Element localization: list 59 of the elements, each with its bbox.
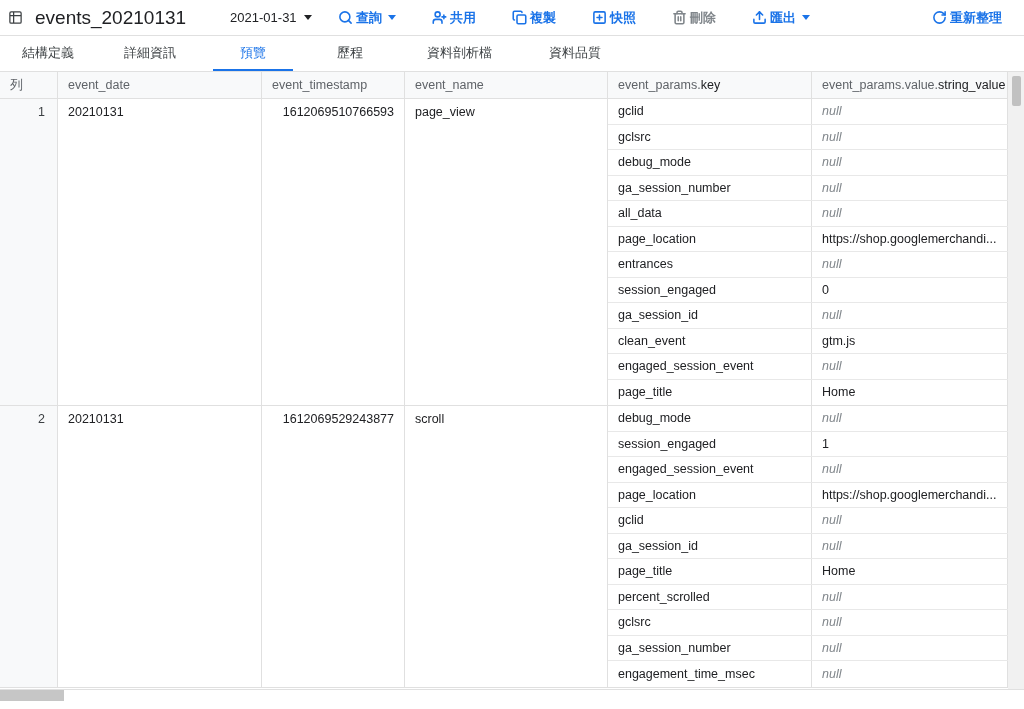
- table-icon: [8, 10, 23, 25]
- copy-button[interactable]: 複製: [511, 8, 556, 27]
- table-cell: debug_mode: [608, 406, 812, 431]
- table-cell: engaged_session_event: [608, 354, 812, 379]
- date-dropdown[interactable]: 2021-01-31: [230, 10, 312, 25]
- row-number: 2: [0, 406, 58, 687]
- table-cell: all_data: [608, 201, 812, 226]
- vertical-scrollbar[interactable]: [1008, 72, 1024, 689]
- table-cell: debug_mode: [608, 150, 812, 175]
- table-title: events_20210131: [35, 6, 187, 29]
- search-button[interactable]: 查詢: [337, 8, 396, 27]
- table-cell: engaged_session_event: [608, 457, 812, 482]
- table-cell: percent_scrolled: [608, 584, 812, 609]
- table-cell: ga_session_number: [608, 635, 812, 660]
- trash-icon: [671, 10, 687, 25]
- table-cell: page_title: [608, 559, 812, 584]
- row-number: 1: [0, 99, 58, 405]
- refresh-button[interactable]: 重新整理: [932, 8, 1002, 27]
- tab[interactable]: 結構定義: [2, 36, 94, 71]
- table-cell: gclsrc: [608, 610, 812, 635]
- table-cell: ga_session_id: [608, 533, 812, 558]
- column-header[interactable]: 列: [0, 72, 58, 98]
- table-cell: 20210131: [58, 406, 262, 687]
- column-header[interactable]: event_date: [58, 72, 262, 98]
- refresh-icon: [932, 10, 947, 25]
- table-cell: ga_session_id: [608, 303, 812, 328]
- share-button[interactable]: 共用: [431, 8, 476, 27]
- column-header[interactable]: event_name: [405, 72, 608, 98]
- table-cell: 1612069510766593: [262, 99, 405, 405]
- search-icon: [337, 10, 353, 25]
- table-cell: page_location: [608, 226, 812, 251]
- table-cell: gclid: [608, 99, 812, 124]
- table-cell: clean_event: [608, 328, 812, 353]
- upload-icon: [751, 10, 767, 25]
- table-cell: scroll: [405, 406, 608, 687]
- table-cell: ga_session_number: [608, 175, 812, 200]
- tab[interactable]: 資料品質: [529, 36, 621, 71]
- tab[interactable]: 歷程: [310, 36, 390, 71]
- export-button[interactable]: 匯出: [751, 8, 810, 27]
- table-cell: entrances: [608, 252, 812, 277]
- copy-icon: [511, 10, 527, 25]
- table-cell: page_view: [405, 99, 608, 405]
- table-cell: page_location: [608, 482, 812, 507]
- table-cell: gclid: [608, 508, 812, 533]
- table-cell: 20210131: [58, 99, 262, 405]
- table-cell: page_title: [608, 379, 812, 405]
- table-cell: 1612069529243877: [262, 406, 405, 687]
- caret-icon: [303, 15, 312, 20]
- table-cell: gclsrc: [608, 124, 812, 149]
- table-cell: session_engaged: [608, 431, 812, 456]
- person-add-icon: [431, 10, 447, 25]
- table-cell: engagement_time_msec: [608, 661, 812, 687]
- table-cell: session_engaged: [608, 277, 812, 302]
- tab[interactable]: 詳細資訊: [104, 36, 196, 71]
- tab[interactable]: 資料剖析檔: [407, 36, 512, 71]
- column-header[interactable]: event_timestamp: [262, 72, 405, 98]
- column-header[interactable]: event_params.key: [608, 72, 812, 98]
- plus-square-icon: [591, 10, 607, 25]
- snapshot-button[interactable]: 快照: [591, 8, 636, 27]
